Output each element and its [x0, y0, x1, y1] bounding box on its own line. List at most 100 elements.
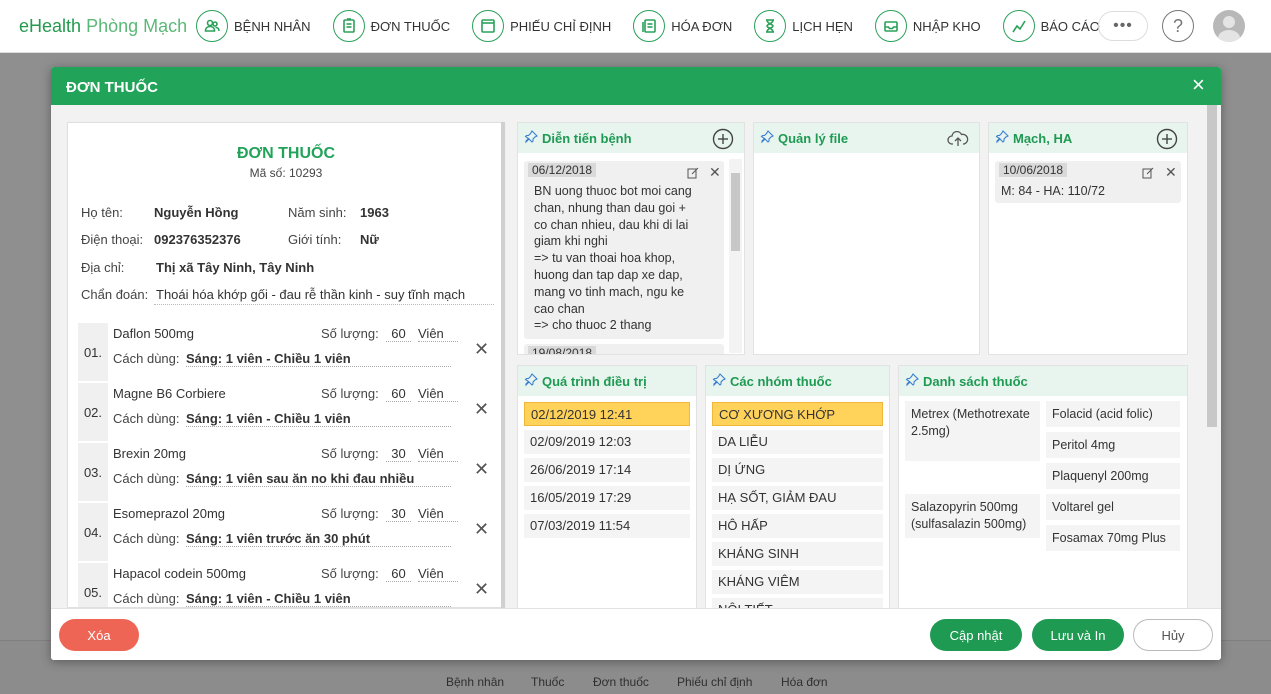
- remove-medicine-icon[interactable]: ✕: [474, 519, 489, 540]
- delete-button[interactable]: Xóa: [59, 619, 139, 651]
- remove-medicine-icon[interactable]: ✕: [474, 579, 489, 600]
- unit-field[interactable]: Viên: [418, 566, 458, 582]
- usage-label: Cách dùng:: [113, 531, 180, 546]
- quantity-input[interactable]: 30: [386, 446, 411, 462]
- drug-item[interactable]: Voltarel gel: [1046, 494, 1180, 520]
- progress-scrollbar[interactable]: [729, 159, 742, 353]
- delete-icon[interactable]: ✕: [1165, 164, 1177, 181]
- drug-item[interactable]: Fosamax 70mg Plus: [1046, 525, 1180, 551]
- drug-group-item[interactable]: KHÁNG VIÊM: [712, 570, 883, 594]
- pin-icon[interactable]: [524, 373, 538, 387]
- address-label: Địa chỉ:: [81, 260, 125, 275]
- treatment-item[interactable]: 02/12/2019 12:41: [524, 402, 690, 426]
- drug-item[interactable]: Folacid (acid folic): [1046, 401, 1180, 427]
- cancel-button[interactable]: Hủy: [1133, 619, 1213, 651]
- panel-title: Các nhóm thuốc: [730, 374, 832, 389]
- modal-header: ĐƠN THUỐC ×: [51, 67, 1221, 105]
- unit-field[interactable]: Viên: [418, 386, 458, 402]
- logo-text-product: Phòng Mạch: [86, 16, 188, 36]
- pin-icon[interactable]: [712, 373, 726, 387]
- nav-phieu-chi-dinh[interactable]: PHIẾU CHỈ ĐỊNH: [472, 10, 611, 42]
- nav-lich-hen[interactable]: LỊCH HẸN: [754, 10, 853, 42]
- nav-nhap-kho[interactable]: NHẬP KHO: [874, 10, 981, 42]
- quantity-input[interactable]: 60: [386, 326, 411, 342]
- treatment-item[interactable]: 02/09/2019 12:03: [524, 430, 690, 454]
- drug-group-item[interactable]: CƠ XƯƠNG KHỚP: [712, 402, 883, 426]
- add-circle-icon[interactable]: [712, 128, 734, 150]
- avatar[interactable]: [1213, 10, 1245, 42]
- usage-input[interactable]: Sáng: 1 viên - Chiều 1 viên: [186, 591, 451, 607]
- bottom-nav-phieu-chi-dinh[interactable]: Phiếu chỉ định: [677, 675, 752, 689]
- usage-input[interactable]: Sáng: 1 viên trước ăn 30 phút: [186, 531, 451, 547]
- update-button[interactable]: Cập nhật: [930, 619, 1022, 651]
- pin-icon[interactable]: [995, 130, 1009, 144]
- logo-text-brand: eHealth: [19, 16, 82, 36]
- app-logo[interactable]: eHealth Phòng Mạch: [19, 16, 187, 37]
- drug-item[interactable]: Peritol 4mg: [1046, 432, 1180, 458]
- treatment-history-panel: Quá trình điều trị 02/12/2019 12:41 02/0…: [517, 365, 697, 608]
- cloud-upload-icon[interactable]: [947, 128, 969, 150]
- medicine-row: 03. Brexin 20mg Số lượng: 30 Viên Cách d…: [78, 443, 490, 501]
- drug-group-item[interactable]: DA LIỄU: [712, 430, 883, 454]
- modal-scrollbar[interactable]: [1204, 105, 1221, 608]
- unit-field[interactable]: Viên: [418, 326, 458, 342]
- usage-input[interactable]: Sáng: 1 viên - Chiều 1 viên: [186, 411, 451, 427]
- edit-icon[interactable]: [1142, 167, 1154, 179]
- pin-icon[interactable]: [524, 130, 538, 144]
- phone-label: Điện thoại:: [81, 232, 144, 247]
- drug-item[interactable]: Plaquenyl 200mg: [1046, 463, 1180, 489]
- medicine-name: Brexin 20mg: [113, 446, 186, 461]
- prescription-scrollbar[interactable]: [501, 122, 505, 608]
- quantity-input[interactable]: 60: [386, 566, 411, 582]
- drug-group-item[interactable]: DỊ ỨNG: [712, 458, 883, 482]
- remove-medicine-icon[interactable]: ✕: [474, 459, 489, 480]
- drug-item[interactable]: Salazopyrin 500mg (sulfasalazin 500mg): [905, 494, 1040, 538]
- prescription-title: ĐƠN THUỐC: [236, 145, 336, 162]
- bottom-nav-don-thuoc[interactable]: Đơn thuốc: [593, 675, 649, 689]
- unit-field[interactable]: Viên: [418, 446, 458, 462]
- nav-benh-nhan[interactable]: BỆNH NHÂN: [196, 10, 311, 42]
- nav-hoa-don[interactable]: HÓA ĐƠN: [633, 10, 732, 42]
- panel-title: Danh sách thuốc: [923, 374, 1028, 389]
- drug-group-item[interactable]: HÔ HẤP: [712, 514, 883, 538]
- vitals-note: 10/06/2018 ✕ M: 84 - HA: 110/72: [995, 161, 1181, 203]
- remove-medicine-icon[interactable]: ✕: [474, 339, 489, 360]
- edit-icon[interactable]: [687, 167, 699, 179]
- treatment-item[interactable]: 26/06/2019 17:14: [524, 458, 690, 482]
- help-icon[interactable]: ?: [1162, 10, 1194, 42]
- unit-field[interactable]: Viên: [418, 506, 458, 522]
- delete-icon[interactable]: ✕: [709, 164, 721, 181]
- quantity-input[interactable]: 30: [386, 506, 411, 522]
- more-menu-button[interactable]: •••: [1098, 11, 1148, 41]
- usage-input[interactable]: Sáng: 1 viên - Chiều 1 viên: [186, 351, 451, 367]
- drug-group-item[interactable]: KHÁNG SINH: [712, 542, 883, 566]
- order-form-icon: [472, 10, 505, 42]
- treatment-item[interactable]: 16/05/2019 17:29: [524, 486, 690, 510]
- pin-icon[interactable]: [760, 130, 774, 144]
- add-circle-icon[interactable]: [1156, 128, 1178, 150]
- bottom-nav-hoa-don[interactable]: Hóa đơn: [781, 675, 828, 689]
- patient-address: Thị xã Tây Ninh, Tây Ninh: [156, 260, 315, 275]
- drug-item[interactable]: Metrex (Methotrexate 2.5mg): [905, 401, 1040, 461]
- nav-label: BỆNH NHÂN: [234, 18, 311, 34]
- nav-label: HÓA ĐƠN: [671, 18, 733, 34]
- remove-medicine-icon[interactable]: ✕: [474, 399, 489, 420]
- panel-title: Quá trình điều trị: [542, 374, 647, 389]
- nav-don-thuoc[interactable]: ĐƠN THUỐC: [332, 10, 450, 42]
- nav-bao-cao[interactable]: BÁO CÁO: [1002, 10, 1100, 42]
- inbox-icon: [874, 10, 907, 42]
- close-icon[interactable]: ×: [1192, 74, 1205, 96]
- invoice-icon: [633, 10, 666, 42]
- bottom-nav-benh-nhan[interactable]: Bệnh nhân: [446, 675, 504, 689]
- diagnosis-field[interactable]: Thoái hóa khớp gối - đau rễ thần kinh - …: [156, 287, 465, 302]
- drug-group-item[interactable]: NỘI TIẾT: [712, 598, 883, 608]
- usage-input[interactable]: Sáng: 1 viên sau ăn no khi đau nhiều: [186, 471, 451, 487]
- bottom-nav-thuoc[interactable]: Thuốc: [531, 675, 564, 689]
- medicine-index: 04.: [78, 503, 108, 561]
- drug-group-item[interactable]: HẠ SỐT, GIẢM ĐAU: [712, 486, 883, 510]
- panel-title: Diễn tiến bệnh: [542, 131, 632, 146]
- save-and-print-button[interactable]: Lưu và In: [1032, 619, 1124, 651]
- treatment-item[interactable]: 07/03/2019 11:54: [524, 514, 690, 538]
- quantity-input[interactable]: 60: [386, 386, 411, 402]
- pin-icon[interactable]: [905, 373, 919, 387]
